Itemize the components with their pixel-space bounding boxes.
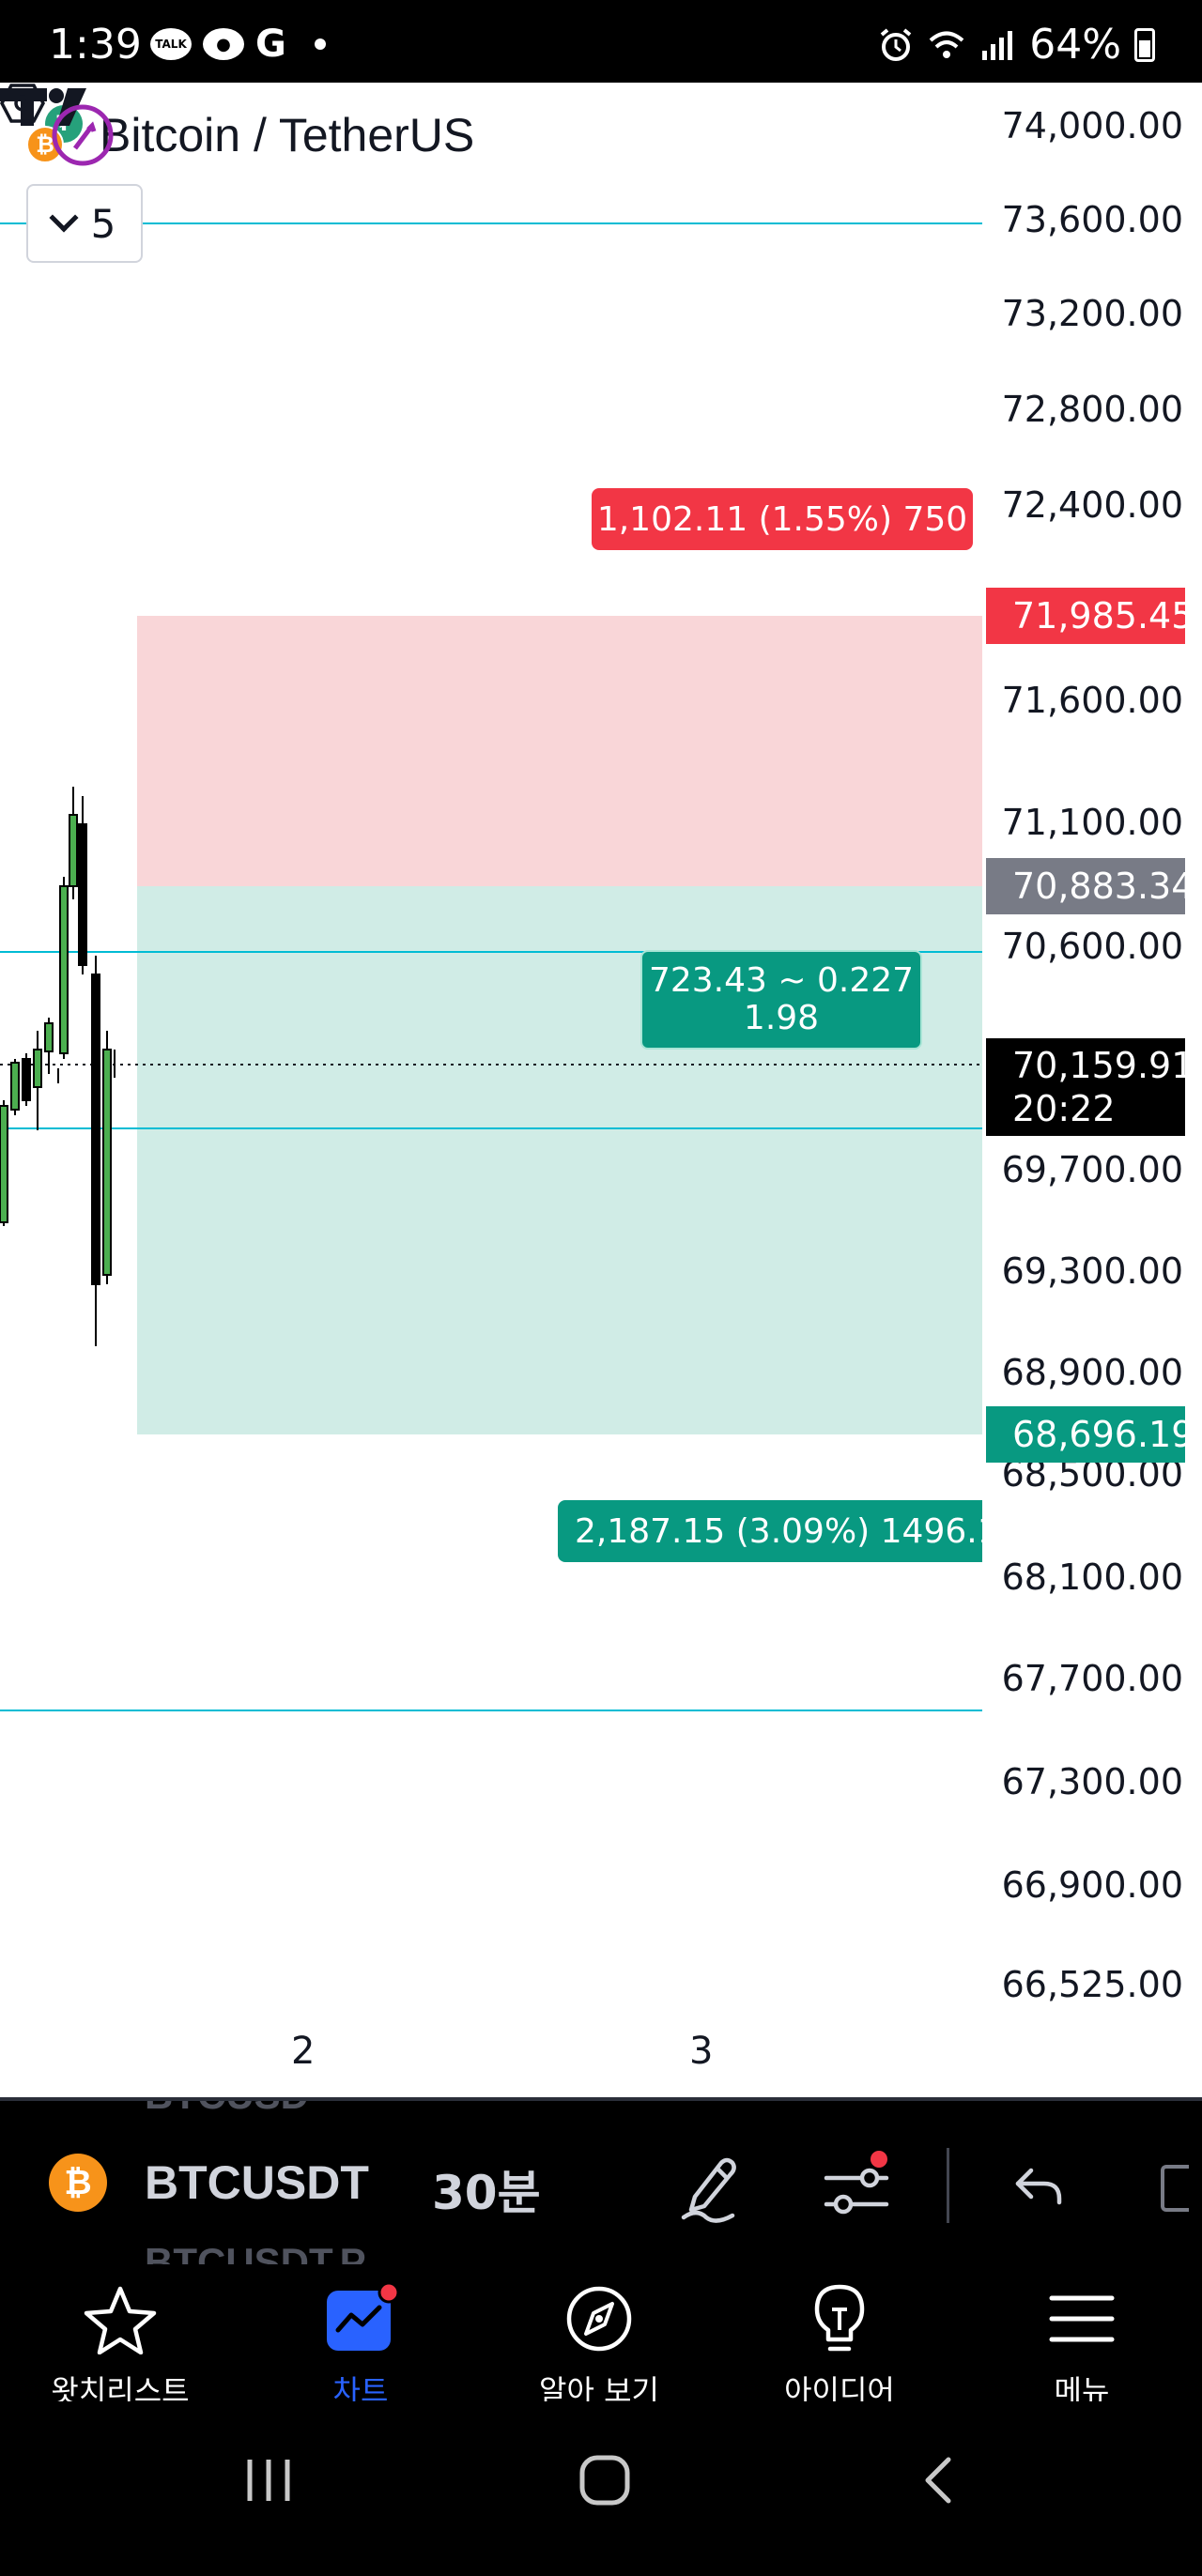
candle bbox=[78, 823, 87, 966]
indicator-count: 5 bbox=[90, 200, 116, 247]
stop-loss-zone[interactable] bbox=[137, 616, 982, 886]
candle bbox=[10, 1062, 20, 1111]
redo-icon[interactable] bbox=[1161, 2165, 1189, 2212]
bitcoin-icon: ₿ bbox=[49, 2154, 107, 2212]
google-icon: G bbox=[255, 23, 286, 66]
menu-icon bbox=[1049, 2295, 1115, 2342]
candle bbox=[44, 1022, 54, 1052]
candle bbox=[102, 1049, 112, 1276]
bottom-nav: 왓치리스트 차트 알아 보기 아이디어 메뉴 bbox=[0, 2264, 1202, 2409]
chart-icon bbox=[327, 2283, 398, 2351]
nav-item-ideas[interactable]: 아이디어 bbox=[746, 2283, 933, 2411]
target-price-label: 68,696.19 bbox=[986, 1406, 1194, 1463]
price-tick: 73,200.00 bbox=[1001, 293, 1183, 334]
more-notifications-dot bbox=[314, 38, 326, 50]
candle bbox=[59, 885, 69, 1054]
candle bbox=[69, 814, 78, 887]
price-tick: 69,300.00 bbox=[1001, 1250, 1183, 1292]
nav-item-menu[interactable]: 메뉴 bbox=[988, 2283, 1176, 2411]
price-tick: 68,900.00 bbox=[1001, 1352, 1183, 1393]
price-tick: 72,400.00 bbox=[1001, 484, 1183, 526]
bar-countdown: 20:22 bbox=[1012, 1088, 1116, 1129]
lightbulb-icon bbox=[814, 2284, 865, 2352]
price-tick: 72,800.00 bbox=[1001, 389, 1183, 430]
indicators-icon[interactable] bbox=[821, 2150, 896, 2225]
price-tick: 73,600.00 bbox=[1001, 199, 1183, 240]
ratio-line-2: 1.98 bbox=[743, 999, 820, 1037]
price-tick: 66,900.00 bbox=[1001, 1864, 1183, 1906]
status-bar: 1:39 TALK ● G 64% bbox=[0, 0, 1202, 83]
price-tick: 71,600.00 bbox=[1001, 680, 1183, 721]
price-tick: 68,100.00 bbox=[1001, 1556, 1183, 1598]
current-price-label: 70,159.91 20:22 bbox=[986, 1038, 1194, 1136]
notification-icons: TALK ● G bbox=[150, 23, 326, 66]
chart-toolbar: BTCUSD ₿ BTCUSDT 30분 BTCUSDT.P bbox=[0, 2097, 1202, 2264]
battery-percent: 64% bbox=[1029, 21, 1121, 69]
target-info: 2,187.15 (3.09%) 1496.13 bbox=[558, 1500, 982, 1562]
status-right: 64% bbox=[877, 21, 1155, 69]
candlesticks[interactable] bbox=[0, 787, 116, 1346]
signal-icon bbox=[982, 30, 1013, 60]
kakaotalk-icon: TALK bbox=[150, 28, 192, 60]
interval-selector[interactable]: 30분 bbox=[432, 2155, 541, 2223]
ratio-line-1: 723.43 ~ 0.227 bbox=[648, 961, 915, 1000]
price-tick: 71,100.00 bbox=[1001, 802, 1183, 843]
price-tick: 66,525.00 bbox=[1001, 1964, 1183, 2005]
chevron-down-icon bbox=[49, 203, 79, 233]
candle bbox=[33, 1049, 42, 1088]
chart-settings-icon[interactable] bbox=[0, 83, 45, 124]
current-price-value: 70,159.91 bbox=[1012, 1045, 1194, 1086]
nav-item-explore[interactable]: 알아 보기 bbox=[505, 2283, 693, 2411]
star-icon bbox=[84, 2286, 157, 2354]
status-time: 1:39 bbox=[49, 21, 142, 69]
price-tick: 70,600.00 bbox=[1001, 926, 1183, 967]
symbol-scroll-next: BTCUSDT.P bbox=[145, 2240, 366, 2264]
battery-icon bbox=[1134, 27, 1155, 62]
back-icon[interactable] bbox=[917, 2454, 963, 2507]
symbol-title[interactable]: Bitcoin / TetherUS bbox=[100, 108, 474, 162]
candle bbox=[0, 1105, 8, 1223]
candle bbox=[22, 1058, 31, 1101]
price-tick: 74,000.00 bbox=[1001, 105, 1183, 146]
compass-icon bbox=[566, 2286, 632, 2352]
pen-icon[interactable] bbox=[678, 2150, 744, 2225]
chat-bubble-icon: ● bbox=[203, 28, 244, 60]
wifi-icon bbox=[929, 31, 964, 58]
undo-icon[interactable] bbox=[1010, 2150, 1067, 2225]
stop-loss-price-label: 71,985.45 bbox=[986, 588, 1194, 644]
candle bbox=[91, 974, 100, 1285]
entry-price-label: 70,883.34 bbox=[986, 858, 1194, 914]
recent-apps-icon[interactable] bbox=[240, 2454, 297, 2507]
indicators-collapse-button[interactable]: 5 bbox=[26, 184, 143, 263]
stop-loss-info: 1,102.11 (1.55%) 750 bbox=[592, 488, 973, 550]
nav-item-watchlist[interactable]: 왓치리스트 bbox=[26, 2283, 214, 2411]
risk-reward-info[interactable]: 723.43 ~ 0.227 1.98 bbox=[640, 950, 922, 1050]
time-tick: 3 bbox=[689, 2030, 714, 2073]
time-tick: 2 bbox=[291, 2030, 316, 2073]
nav-item-chart[interactable]: 차트 bbox=[267, 2283, 455, 2411]
symbol-selector[interactable]: BTCUSDT bbox=[145, 2155, 369, 2210]
system-nav-bar bbox=[0, 2401, 1202, 2576]
price-tick: 69,700.00 bbox=[1001, 1149, 1183, 1190]
price-tick: 67,700.00 bbox=[1001, 1658, 1183, 1699]
symbol-scroll-prev: BTCUSD bbox=[145, 2101, 309, 2118]
home-icon[interactable] bbox=[577, 2452, 633, 2508]
toolbar-divider bbox=[947, 2148, 949, 2223]
price-tick: 67,300.00 bbox=[1001, 1761, 1183, 1802]
indicator-alert-dot bbox=[871, 2151, 887, 2168]
alarm-icon bbox=[880, 27, 912, 61]
chart-area[interactable]: ₮ ₿ Bitcoin / TetherUS 5 1,102.11 (1.55%… bbox=[0, 83, 1202, 2097]
